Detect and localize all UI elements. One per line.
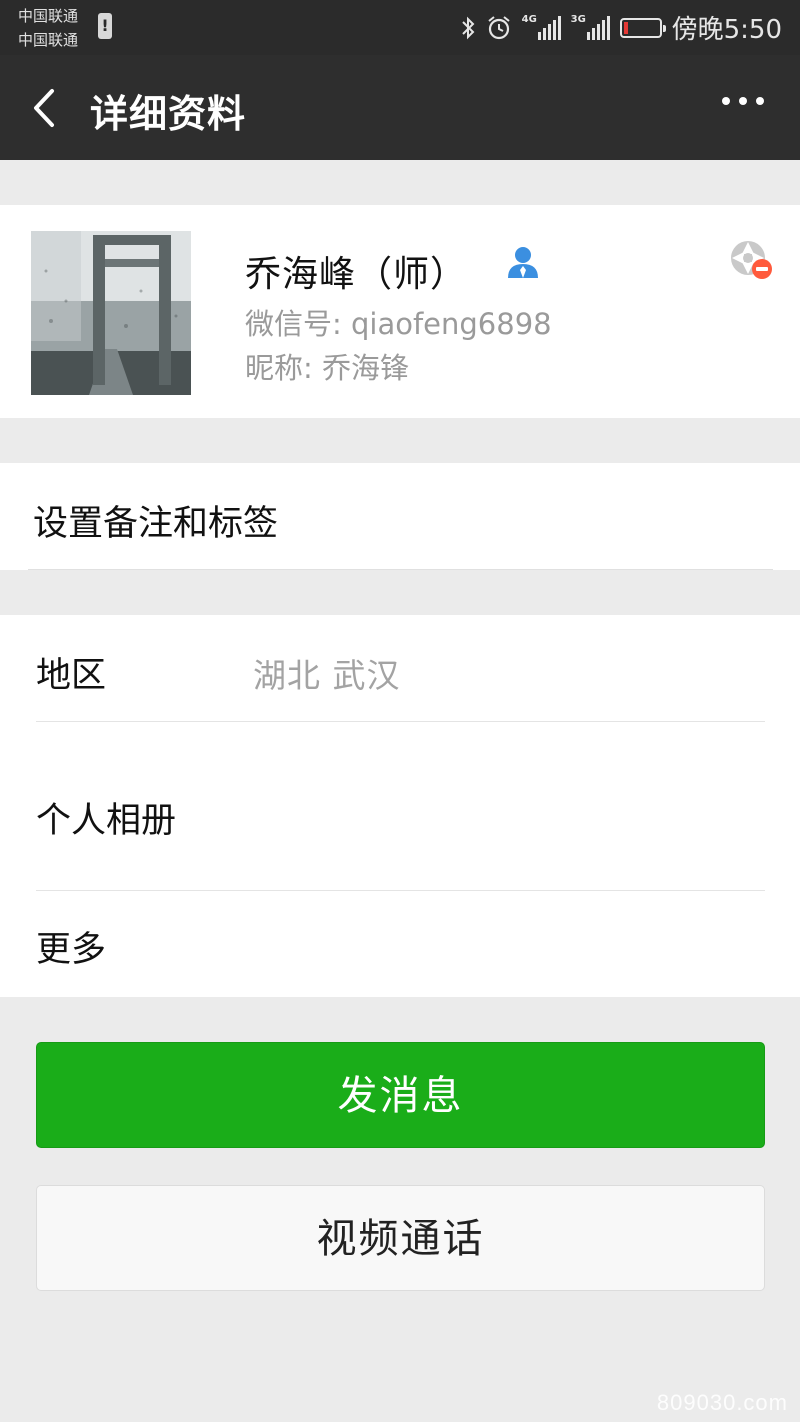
region-value: 湖北 武汉 [253,656,401,695]
bluetooth-icon [461,16,475,39]
nav-bar: 详细资料 [0,55,800,160]
nickname: 昵称: 乔海锋 [245,351,409,385]
more-dot [756,97,764,105]
region-row: 地区 湖北 武汉 [0,615,800,721]
signal-4g-icon: 4G [521,13,561,40]
video-call-button[interactable]: 视频通话 [36,1185,765,1291]
more-dot [739,97,747,105]
page-title: 详细资料 [90,92,247,136]
personal-album-label: 个人相册 [36,801,177,841]
avatar-bridge-image [31,231,191,395]
sim-alert-icon: ! [98,13,112,39]
wechat-id: 微信号: qiaofeng6898 [245,307,552,341]
more-options-button[interactable] [722,97,764,105]
watermark: 809030.com [656,1390,788,1415]
battery-level [623,21,628,34]
alarm-icon [487,15,510,39]
divider [28,569,773,570]
profile-card: 乔海峰（师） 微信号: qiaofeng6898 昵称: 乔海锋 [0,205,800,418]
personal-album-row[interactable]: 个人相册 [0,722,800,890]
status-time: 傍晚5:50 [671,15,782,45]
chevron-left-icon [34,89,54,127]
remark-and-tags-row[interactable]: 设置备注和标签 [0,463,800,570]
signal-3g-icon: 3G [570,13,610,40]
status-indicators: 4G 3G 傍晚5:50 [460,0,782,55]
more-info-row[interactable]: 更多 [0,891,800,997]
info-section: 地区 湖北 武汉 个人相册 更多 [0,615,800,997]
contact-name: 乔海峰（师） [245,254,468,295]
network-4g-label: 4G [521,13,537,25]
moments-blocked-icon [731,241,772,279]
status-bar: 中国联通 中国联通 ! 4G 3G 傍晚5:50 [0,0,800,55]
contact-person-icon [508,247,538,278]
send-message-button[interactable]: 发消息 [36,1042,765,1148]
carrier-label-2: 中国联通 [18,31,79,49]
more-dot [722,97,730,105]
carrier-label-1: 中国联通 [18,7,79,25]
back-button[interactable] [28,85,68,131]
network-3g-label: 3G [570,13,586,25]
battery-icon [619,17,666,38]
more-label: 更多 [36,930,107,970]
avatar[interactable] [31,231,191,395]
remark-label: 设置备注和标签 [33,504,279,544]
region-label: 地区 [36,656,107,696]
